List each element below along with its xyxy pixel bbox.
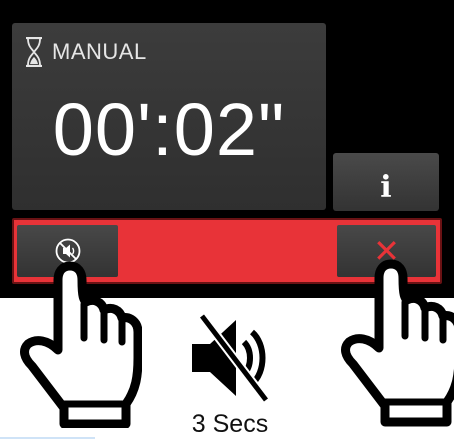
- hourglass-icon: [26, 37, 42, 67]
- mode-label: MANUAL: [52, 39, 147, 64]
- timer-panel: MANUAL 00':02": [12, 23, 326, 210]
- mode-row: MANUAL: [24, 37, 147, 67]
- info-button[interactable]: i: [333, 153, 439, 211]
- device-screen: MANUAL 00':02" i ✕: [0, 0, 454, 298]
- pointing-hand-icon: [341, 259, 454, 427]
- pointing-hand-icon: [20, 261, 142, 428]
- divider: [0, 437, 95, 439]
- timer-value: 00':02": [52, 88, 286, 171]
- hold-duration-label: 3 Secs: [191, 410, 269, 438]
- speaker-muted-icon: [192, 313, 270, 403]
